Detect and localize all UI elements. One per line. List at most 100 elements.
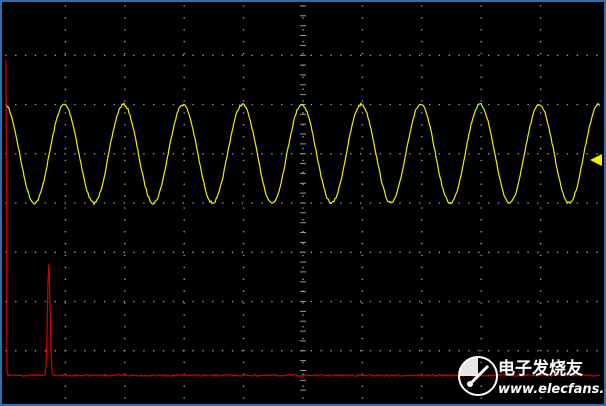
graticule-dot [251,153,253,155]
graticule-dot [34,300,37,303]
graticule-dot [103,251,106,254]
graticule-dot [320,103,323,106]
graticule-dot [182,54,185,57]
graticule-dot [478,251,480,254]
graticule-dot [242,183,245,185]
graticule-dot [361,385,364,388]
graticule-dot [124,135,126,138]
graticule-dot [64,314,67,316]
graticule-dot [183,314,185,316]
graticule-dot [192,251,194,254]
graticule-dot [576,300,579,303]
graticule-dot [576,54,579,57]
graticule-dot [302,385,304,388]
graticule-dot [421,302,423,304]
graticule-dot [54,300,57,303]
graticule-dot [448,153,451,155]
graticule-dot [123,251,125,254]
graticule-dot [421,88,423,90]
graticule-dot [539,195,542,197]
graticule-dot [480,349,483,352]
graticule-dot [231,350,234,352]
graticule-dot [261,300,263,303]
graticule-dot [330,103,332,106]
graticule-dot [361,326,364,328]
graticule-dot [421,326,423,328]
graticule-dot [480,254,483,257]
graticule-dot [302,88,304,90]
graticule-dot [361,159,364,162]
graticule-dot [64,266,67,269]
graticule-dot [242,100,245,102]
graticule-dot [93,350,96,352]
graticule-dot [586,300,588,303]
graticule-dot [340,153,342,155]
graticule-dot [123,153,125,155]
graticule-dot [182,300,185,303]
graticule-dot [64,219,67,221]
graticule-dot [539,171,542,174]
graticule-dot [361,40,364,43]
graticule-dot [480,135,483,138]
graticule-dot [162,153,165,155]
graticule-dot [242,207,245,209]
graticule-dot [133,300,135,303]
graticule-dot [418,251,421,254]
graticule-dot [539,40,542,43]
graticule-dot [330,54,332,57]
graticule-dot [281,202,283,204]
graticule-dot [74,54,76,57]
watermark-cn-text: 电子发烧友 [498,358,583,379]
graticule-dot [231,54,234,57]
graticule-dot [183,147,185,150]
graticule-dot [389,251,392,254]
graticule-dot [302,135,304,138]
graticule-dot [192,103,194,106]
graticule-dot [15,300,17,303]
graticule-dot [162,350,165,352]
graticule-dot [539,17,542,19]
graticule-dot [539,29,542,31]
graticule-dot [361,112,364,114]
graticule-dot [350,153,352,155]
graticule-dot [221,153,224,155]
graticule-dot [527,202,529,204]
graticule-dot [183,40,185,43]
graticule-dot [162,202,165,204]
graticule-dot [379,202,382,204]
graticule-dot [468,153,470,155]
graticule-dot [517,202,519,204]
graticule-dot [15,103,17,106]
graticule-dot [221,202,224,204]
graticule-dot [361,195,364,197]
graticule-dot [438,103,441,106]
graticule-dot [103,103,106,106]
graticule-dot [468,350,470,352]
graticule-dot [421,64,423,67]
graticule-dot [124,314,126,316]
graticule-dot [361,5,364,7]
graticule-dot [399,300,401,303]
graticule-dot [421,230,423,233]
graticule-dot [143,202,145,204]
graticule-dot [566,350,569,352]
graticule-dot [242,326,245,328]
graticule-dot [302,302,304,304]
graticule-dot [231,251,234,254]
graticule-dot [290,300,293,303]
graticule-dot [310,350,313,352]
graticule-dot [24,251,27,254]
graticule-dot [84,202,86,204]
graticule-dot [418,202,421,204]
graticule-dot [183,159,185,162]
graticule-dot [302,195,304,197]
graticule-dot [192,202,194,204]
graticule-dot [539,5,542,7]
graticule-dot [302,17,304,19]
graticule-dot [241,251,244,254]
graticule-dot [359,54,362,57]
graticule-dot [124,183,126,185]
graticule-dot [361,314,364,316]
graticule-dot [162,103,165,106]
graticule-dot [480,159,483,162]
